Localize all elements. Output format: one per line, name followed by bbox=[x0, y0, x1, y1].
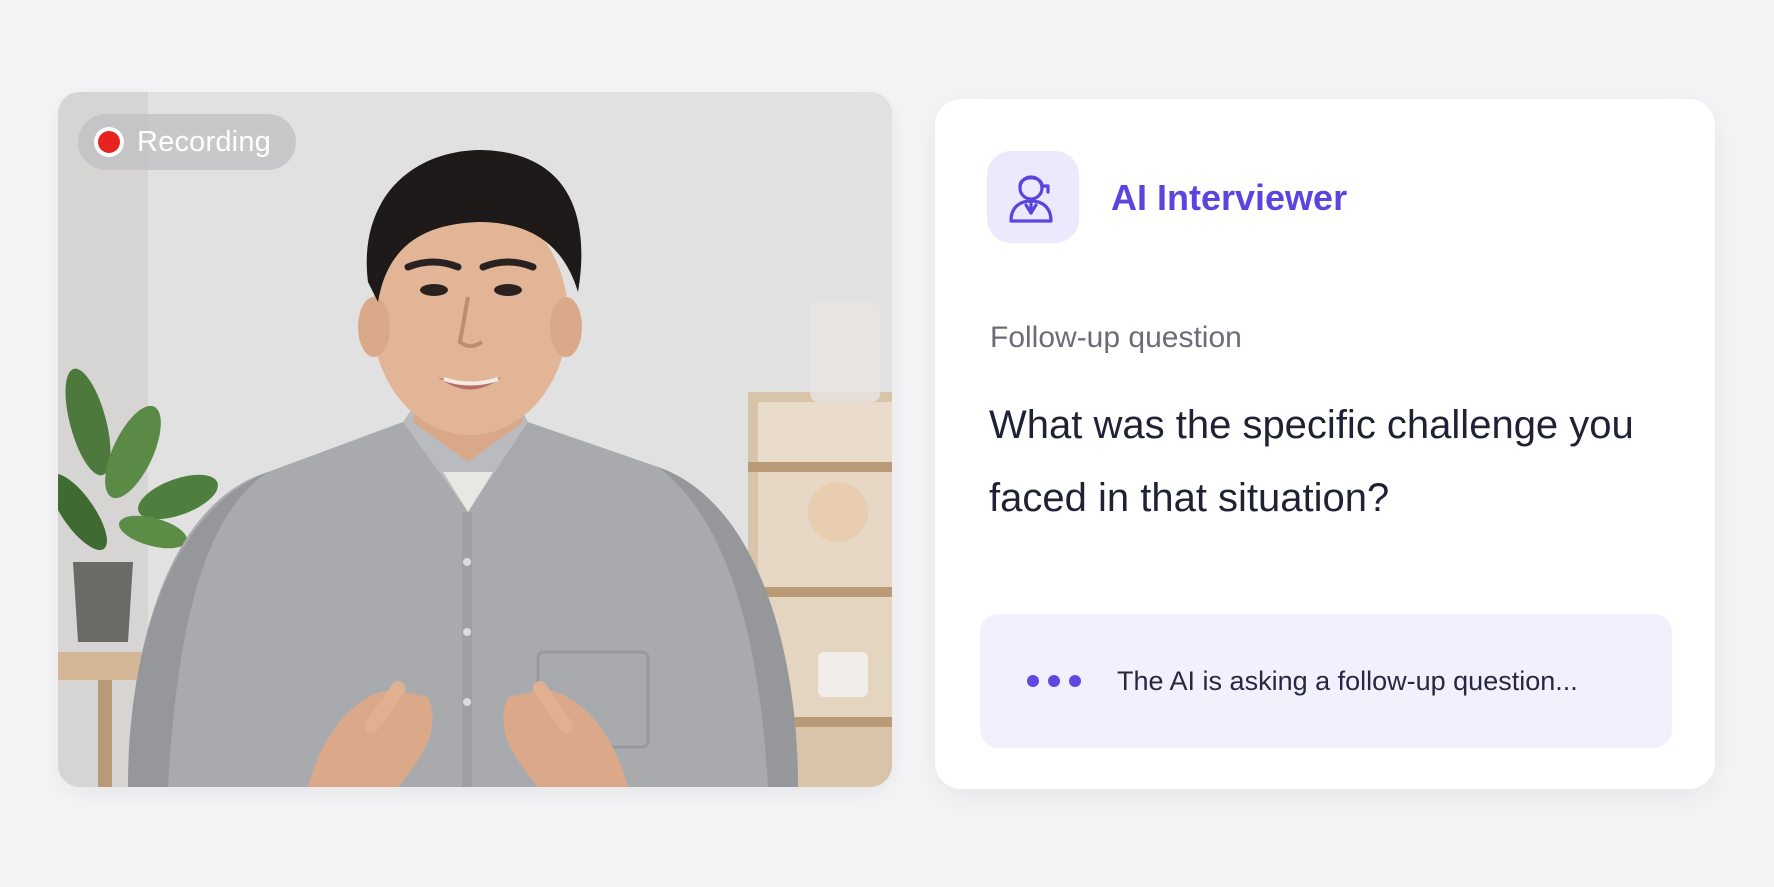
recording-badge: Recording bbox=[78, 114, 296, 170]
ai-interviewer-avatar-icon bbox=[1009, 175, 1053, 223]
candidate-video-feed: Recording bbox=[58, 92, 892, 787]
recording-label: Recording bbox=[137, 125, 271, 158]
ai-interviewer-avatar bbox=[987, 151, 1079, 243]
candidate-video-image bbox=[58, 92, 892, 787]
recording-dot-icon bbox=[94, 127, 124, 157]
interviewer-panel: AI Interviewer Follow-up question What w… bbox=[935, 99, 1715, 789]
interviewer-title: AI Interviewer bbox=[1111, 177, 1348, 218]
typing-dots-icon bbox=[1027, 675, 1081, 687]
ai-status-bar: The AI is asking a follow-up question... bbox=[980, 614, 1672, 748]
ai-status-text: The AI is asking a follow-up question... bbox=[1117, 665, 1578, 696]
interview-screen: Recording AI Interviewer Follow-up quest… bbox=[0, 0, 1774, 887]
question-type-label: Follow-up question bbox=[990, 321, 1242, 354]
question-text: What was the specific challenge you face… bbox=[989, 403, 1634, 520]
